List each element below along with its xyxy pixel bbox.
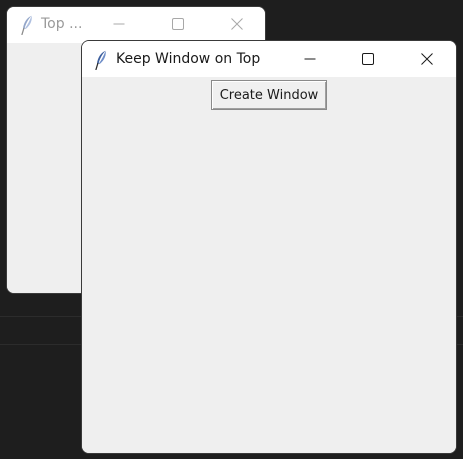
back-close-button[interactable] xyxy=(214,7,260,43)
maximize-icon xyxy=(362,53,374,65)
maximize-button[interactable] xyxy=(345,41,391,77)
create-window-button[interactable]: Create Window xyxy=(211,80,327,110)
front-window-title: Keep Window on Top xyxy=(116,51,261,67)
front-window-content: Create Window xyxy=(82,77,456,453)
back-window-title: Top ... xyxy=(41,16,83,32)
close-button[interactable] xyxy=(404,41,450,77)
back-window-titlebar[interactable]: Top ... xyxy=(7,7,265,43)
close-icon xyxy=(421,53,433,65)
feather-icon xyxy=(95,50,106,70)
back-minimize-button[interactable] xyxy=(96,7,142,43)
feather-icon xyxy=(21,15,32,35)
back-maximize-button[interactable] xyxy=(155,7,201,43)
front-window[interactable]: Keep Window on Top Create Window xyxy=(81,40,457,454)
maximize-icon xyxy=(172,18,184,30)
minimize-icon xyxy=(304,58,316,60)
close-icon xyxy=(231,18,243,30)
minimize-icon xyxy=(113,23,125,25)
front-window-titlebar[interactable]: Keep Window on Top xyxy=(82,41,456,77)
minimize-button[interactable] xyxy=(287,41,333,77)
